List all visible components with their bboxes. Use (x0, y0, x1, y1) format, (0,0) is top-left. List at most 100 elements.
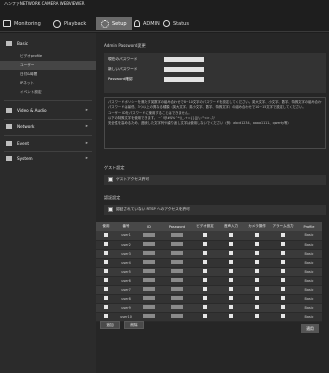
user-enable-checkbox[interactable] (104, 260, 108, 264)
audio-input-checkbox[interactable] (229, 278, 233, 282)
delete-user-button[interactable]: 削除 (124, 321, 144, 329)
user-password-input[interactable] (171, 305, 183, 309)
alarm-output-checkbox[interactable] (281, 242, 285, 246)
profile-cell[interactable]: Basic (296, 231, 322, 241)
profile-cell[interactable]: Basic (296, 267, 322, 277)
user-id-input[interactable] (143, 278, 155, 282)
user-enable-checkbox[interactable] (104, 278, 108, 282)
profile-cell[interactable]: Basic (296, 312, 322, 322)
video-setting-checkbox[interactable] (203, 251, 207, 255)
audio-input-checkbox[interactable] (229, 314, 233, 318)
user-password-input[interactable] (171, 251, 183, 255)
profile-cell[interactable]: Basic (296, 294, 322, 304)
camera-control-checkbox[interactable] (255, 305, 259, 309)
camera-control-checkbox[interactable] (255, 260, 259, 264)
sidebar-section-video-audio[interactable]: Video & Audio ▸ (0, 105, 96, 116)
user-password-input[interactable] (171, 296, 183, 300)
audio-input-checkbox[interactable] (229, 305, 233, 309)
current-password-input[interactable] (164, 57, 204, 62)
user-id-input[interactable] (143, 251, 155, 255)
sidebar-section-basic[interactable]: Basic (0, 38, 96, 49)
profile-cell[interactable]: Basic (296, 240, 322, 250)
camera-control-checkbox[interactable] (255, 269, 259, 273)
user-enable-checkbox[interactable] (104, 242, 108, 246)
add-user-button[interactable]: 追加 (100, 321, 120, 329)
alarm-output-checkbox[interactable] (281, 251, 285, 255)
profile-cell[interactable]: Basic (296, 276, 322, 286)
alarm-output-checkbox[interactable] (281, 232, 285, 237)
audio-input-checkbox[interactable] (229, 287, 233, 291)
profile-cell[interactable]: Basic (296, 249, 322, 259)
camera-control-checkbox[interactable] (255, 314, 259, 318)
user-enable-checkbox[interactable] (104, 269, 108, 273)
user-enable-checkbox[interactable] (104, 296, 108, 300)
user-id-input[interactable] (143, 296, 155, 300)
new-password-input[interactable] (164, 67, 204, 72)
video-setting-checkbox[interactable] (203, 260, 207, 264)
tab-playback[interactable]: Playback (53, 17, 86, 30)
user-enable-checkbox[interactable] (104, 305, 108, 309)
sidebar-item-video-profile[interactable]: ビデオprofile (0, 52, 96, 61)
tab-monitoring[interactable]: Monitoring (3, 17, 41, 30)
video-setting-checkbox[interactable] (203, 305, 207, 309)
user-enable-checkbox[interactable] (104, 232, 108, 237)
user-id-input[interactable] (143, 260, 155, 264)
camera-control-checkbox[interactable] (255, 287, 259, 291)
sidebar-item-event-settings[interactable]: イベント設定 (0, 88, 96, 97)
user-password-input[interactable] (171, 260, 183, 264)
alarm-output-checkbox[interactable] (281, 296, 285, 300)
video-setting-checkbox[interactable] (203, 232, 207, 237)
tab-setup[interactable]: Setup (96, 17, 132, 30)
apply-button[interactable]: 適用 (301, 324, 319, 333)
camera-control-checkbox[interactable] (255, 242, 259, 246)
camera-control-checkbox[interactable] (255, 232, 259, 237)
user-password-input[interactable] (171, 287, 183, 291)
user-password-input[interactable] (171, 269, 183, 273)
sidebar-section-event[interactable]: Event ▸ (0, 138, 96, 149)
user-password-input[interactable] (171, 242, 183, 246)
user-id-input[interactable] (143, 305, 155, 309)
alarm-output-checkbox[interactable] (281, 305, 285, 309)
camera-control-checkbox[interactable] (255, 251, 259, 255)
user-password-input[interactable] (171, 232, 183, 237)
user-id-input[interactable] (143, 242, 155, 246)
video-setting-checkbox[interactable] (203, 278, 207, 282)
video-setting-checkbox[interactable] (203, 296, 207, 300)
video-setting-checkbox[interactable] (203, 269, 207, 273)
profile-cell[interactable]: Basic (296, 303, 322, 313)
guest-access-checkbox[interactable] (108, 177, 113, 182)
sidebar-item-date-time[interactable]: 日付&時間 (0, 70, 96, 79)
alarm-output-checkbox[interactable] (281, 287, 285, 291)
audio-input-checkbox[interactable] (229, 232, 233, 237)
alarm-output-checkbox[interactable] (281, 278, 285, 282)
camera-control-checkbox[interactable] (255, 296, 259, 300)
profile-cell[interactable]: Basic (296, 258, 322, 268)
audio-input-checkbox[interactable] (229, 251, 233, 255)
video-setting-checkbox[interactable] (203, 287, 207, 291)
tab-admin[interactable]: ADMIN (134, 17, 160, 30)
audio-input-checkbox[interactable] (229, 242, 233, 246)
sidebar-item-ip-port[interactable]: IPネット (0, 79, 96, 88)
user-id-input[interactable] (143, 287, 155, 291)
profile-cell[interactable]: Basic (296, 285, 322, 295)
tab-status[interactable]: Status (163, 17, 189, 30)
alarm-output-checkbox[interactable] (281, 314, 285, 318)
confirm-password-input[interactable] (164, 77, 204, 82)
user-id-input[interactable] (143, 314, 155, 318)
alarm-output-checkbox[interactable] (281, 269, 285, 273)
audio-input-checkbox[interactable] (229, 260, 233, 264)
video-setting-checkbox[interactable] (203, 314, 207, 318)
user-enable-checkbox[interactable] (104, 287, 108, 291)
sidebar-section-network[interactable]: Network ▸ (0, 121, 96, 132)
user-password-input[interactable] (171, 314, 183, 318)
video-setting-checkbox[interactable] (203, 242, 207, 246)
user-password-input[interactable] (171, 278, 183, 282)
user-enable-checkbox[interactable] (104, 251, 108, 255)
camera-control-checkbox[interactable] (255, 278, 259, 282)
audio-input-checkbox[interactable] (229, 269, 233, 273)
user-enable-checkbox[interactable] (104, 314, 108, 318)
rtsp-access-checkbox[interactable] (108, 207, 113, 212)
user-id-input[interactable] (143, 269, 155, 273)
user-id-input[interactable] (143, 232, 155, 237)
sidebar-section-system[interactable]: System ▸ (0, 153, 96, 164)
